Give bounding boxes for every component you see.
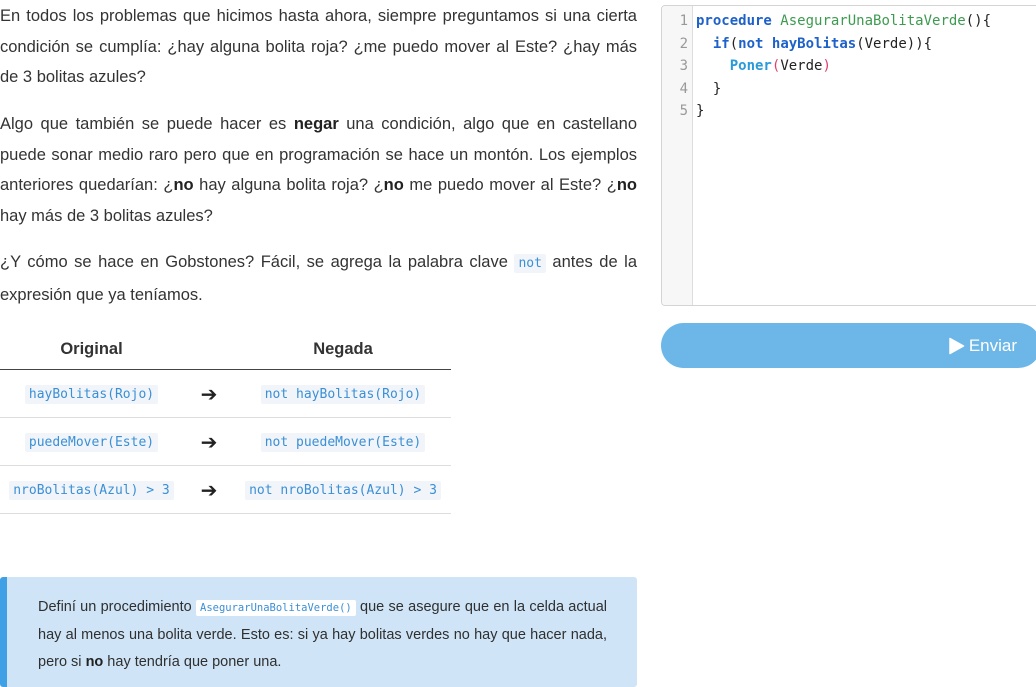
- table-row: hayBolitas(Rojo) ➔ not hayBolitas(Rojo): [0, 369, 451, 418]
- paren: ): [822, 58, 831, 74]
- submit-button[interactable]: Enviar: [661, 323, 1036, 368]
- table-cell-negada: not hayBolitas(Rojo): [235, 369, 451, 418]
- code-line[interactable]: }: [696, 103, 704, 119]
- text: Algo que también se puede hacer es: [0, 115, 294, 133]
- line-number: 1: [679, 13, 688, 29]
- table-cell-arrow: ➔: [183, 465, 235, 514]
- inline-code: nroBolitas(Azul) > 3: [9, 480, 174, 500]
- inline-code: not puedeMover(Este): [260, 432, 426, 452]
- table-cell-original: nroBolitas(Azul) > 3: [0, 465, 183, 514]
- line-number-gutter: 1 2 3 4 5: [662, 6, 693, 305]
- line-number: 5: [679, 103, 688, 119]
- bold-text: no: [383, 176, 404, 194]
- table-cell-negada: not puedeMover(Este): [235, 417, 451, 466]
- text: ¿Y cómo se hace en Gobstones? Fácil, se …: [0, 253, 515, 271]
- column-header-negada: Negada: [235, 330, 451, 370]
- text: [763, 36, 771, 52]
- argument: Verde: [780, 58, 823, 74]
- table-row: puedeMover(Este) ➔ not puedeMover(Este): [0, 417, 451, 466]
- bold-text: no: [85, 654, 104, 670]
- text: hay tendría que poner una.: [103, 654, 282, 670]
- text: hay más de 3 bolitas azules?: [0, 206, 213, 225]
- bold-text: no: [616, 176, 637, 194]
- bold-text: no: [173, 176, 194, 194]
- submit-button-content: Enviar: [948, 323, 1017, 368]
- table-cell-arrow: ➔: [183, 417, 235, 466]
- paragraph-gobstones: ¿Y cómo se hace en Gobstones? Fácil, se …: [0, 247, 637, 310]
- arrow-right-icon: ➔: [200, 429, 218, 454]
- play-icon: [949, 337, 965, 354]
- arrow-right-icon: ➔: [200, 477, 218, 502]
- table-cell-negada: not nroBolitas(Azul) > 3: [235, 465, 451, 514]
- assignment-callout: Definí un procedimiento AsegurarUnaBolit…: [0, 577, 637, 687]
- submit-label: Enviar: [968, 335, 1017, 355]
- table-cell-arrow: ➔: [183, 369, 235, 418]
- code-line[interactable]: Poner(Verde): [696, 58, 831, 74]
- column-header-spacer: [183, 330, 235, 370]
- text: me puedo mover al Este? ¿: [403, 176, 617, 194]
- code-line[interactable]: if(not hayBolitas(Verde)){: [696, 36, 932, 52]
- code-line[interactable]: procedure AsegurarUnaBolitaVerde(){: [696, 13, 991, 29]
- keyword: not: [738, 35, 764, 52]
- line-number: 4: [679, 80, 688, 97]
- line-number: 3: [679, 58, 688, 74]
- paragraph-intro: En todos los problemas que hicimos hasta…: [0, 7, 637, 86]
- keyword: procedure: [696, 13, 772, 29]
- line-number: 2: [679, 35, 688, 52]
- procedure-name: AsegurarUnaBolitaVerde: [780, 13, 966, 29]
- assignment-text: Definí un procedimiento AsegurarUnaBolit…: [38, 594, 607, 676]
- paragraph-negation: Algo que también se puede hacer es negar…: [0, 109, 637, 231]
- text: (){: [965, 13, 992, 29]
- bold-text: negar: [293, 115, 339, 133]
- inline-code: puedeMover(Este): [24, 432, 159, 452]
- table-cell-original: puedeMover(Este): [0, 417, 183, 466]
- inline-code: not nroBolitas(Azul) > 3: [245, 480, 441, 500]
- text: hay alguna bolita roja? ¿: [193, 176, 384, 194]
- keyword: if: [712, 35, 730, 52]
- table-header-row: Original Negada: [0, 330, 451, 370]
- table-row: nroBolitas(Azul) > 3 ➔ not nroBolitas(Az…: [0, 465, 451, 514]
- table-cell-original: hayBolitas(Rojo): [0, 369, 183, 418]
- builtin-function: hayBolitas: [771, 35, 857, 52]
- arrow-right-icon: ➔: [200, 381, 218, 406]
- text: (: [729, 35, 739, 52]
- comparison-table: Original Negada hayBolitas(Rojo) ➔ not h…: [0, 330, 451, 514]
- code-line[interactable]: }: [696, 81, 721, 97]
- inline-code: hayBolitas(Rojo): [24, 384, 159, 404]
- code-editor[interactable]: 1 2 3 4 5 procedure AsegurarUnaBolitaVer…: [661, 5, 1036, 306]
- text: (Verde)){: [856, 35, 933, 52]
- inline-code: not hayBolitas(Rojo): [260, 384, 426, 404]
- builtin-procedure: Poner: [729, 58, 772, 74]
- inline-code: AsegurarUnaBolitaVerde(): [196, 600, 356, 616]
- column-header-original: Original: [0, 330, 183, 370]
- inline-code: not: [514, 254, 546, 273]
- text: Definí un procedimiento: [38, 599, 196, 615]
